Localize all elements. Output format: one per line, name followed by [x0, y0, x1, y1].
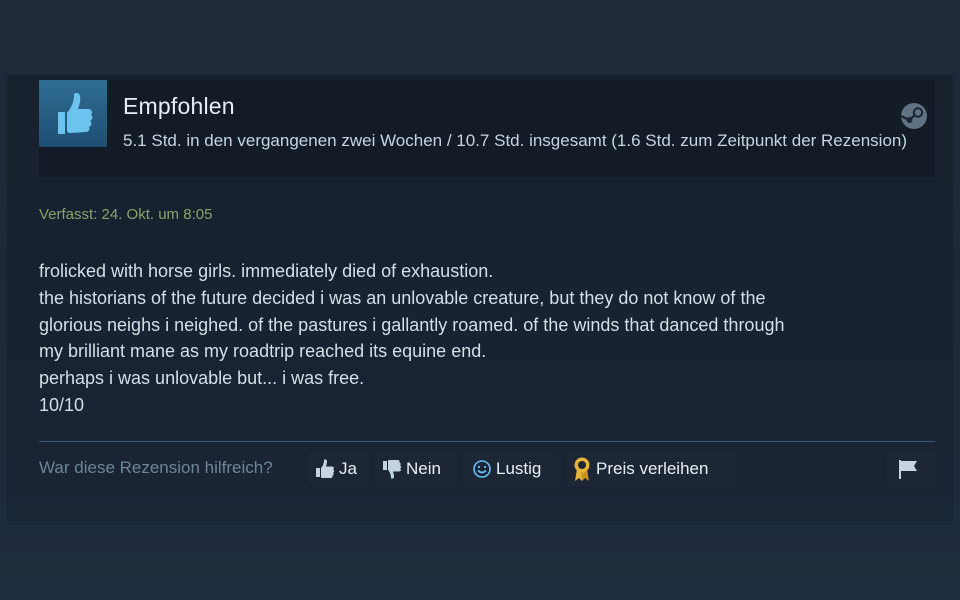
review-header: Empfohlen 5.1 Std. in den vergangenen zw… [39, 80, 935, 177]
review-line: my brilliant mane as my roadtrip reached… [39, 341, 487, 362]
divider [39, 441, 935, 442]
vote-no-button[interactable]: Nein [375, 452, 458, 486]
posted-date: Verfasst: 24. Okt. um 8:05 [39, 206, 213, 223]
vote-yes-label: Ja [339, 459, 357, 478]
vote-no-label: Nein [406, 459, 441, 478]
review-line: perhaps i was unlovable but... i was fre… [39, 368, 365, 389]
award-ribbon-icon [574, 457, 590, 481]
vote-funny-button[interactable]: Lustig [465, 452, 558, 486]
award-label: Preis verleihen [596, 459, 709, 478]
recommendation-title: Empfohlen [123, 93, 235, 119]
review-body: frolicked with horse girls. immediately … [39, 258, 939, 419]
review-line: glorious neighs i neighed. of the pastur… [39, 314, 785, 335]
review-card: Empfohlen 5.1 Std. in den vergangenen zw… [7, 75, 953, 525]
award-button[interactable]: Preis verleihen [565, 452, 735, 486]
steam-icon [900, 103, 927, 129]
flag-icon [899, 460, 917, 479]
helpful-row: War diese Rezension hilfreich? Ja Nein L… [39, 452, 935, 486]
review-line: frolicked with horse girls. immediately … [39, 261, 494, 281]
vote-funny-label: Lustig [496, 459, 542, 478]
review-line: 10/10 [39, 394, 85, 415]
vote-yes-button[interactable]: Ja [308, 452, 370, 486]
helpful-question: War diese Rezension hilfreich? [39, 458, 273, 477]
smiley-icon [473, 460, 491, 478]
review-line: the historians of the future decided i w… [39, 287, 766, 308]
playtime-info: 5.1 Std. in den vergangenen zwei Wochen … [123, 131, 908, 150]
thumbs-down-icon [383, 460, 402, 479]
thumbs-up-icon [316, 459, 335, 478]
report-flag-button[interactable] [886, 452, 935, 486]
